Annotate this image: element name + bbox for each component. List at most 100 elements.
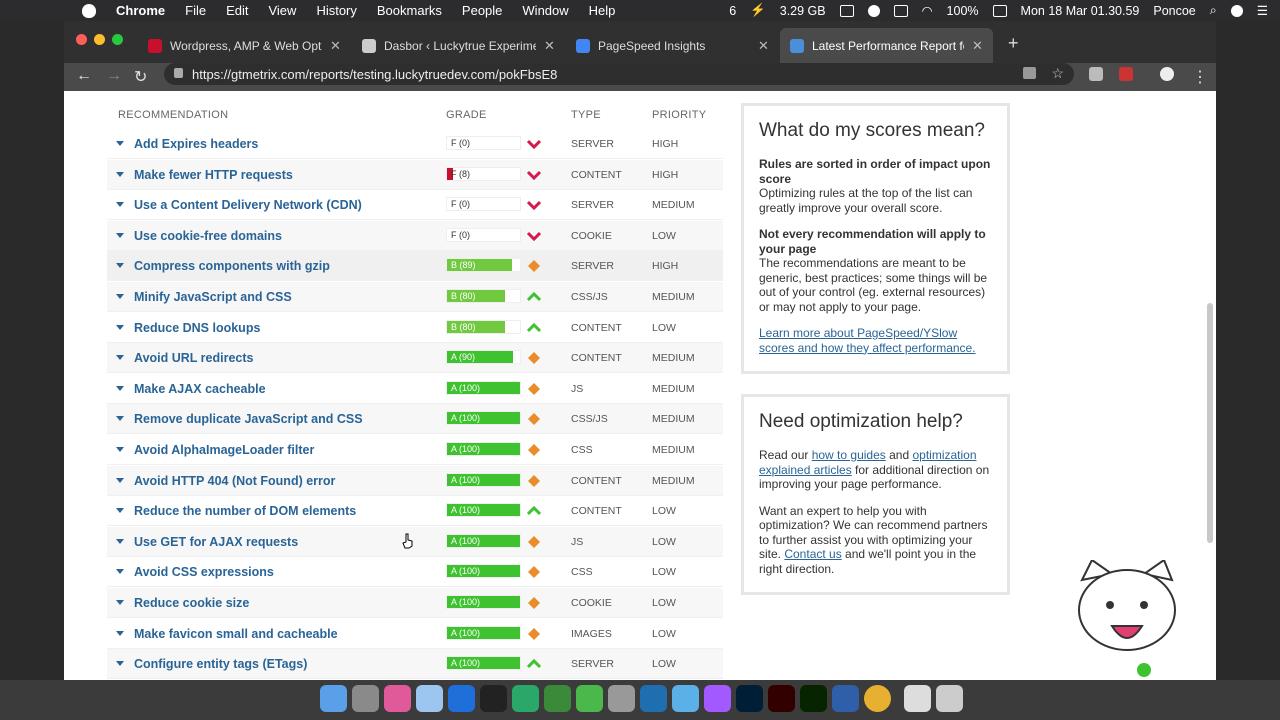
recommendation-name[interactable]: Add Expires headers bbox=[134, 137, 258, 151]
menu-view[interactable]: View bbox=[268, 3, 296, 18]
notification-count[interactable]: 6 bbox=[729, 4, 736, 18]
recommendation-name[interactable]: Avoid AlphaImageLoader filter bbox=[134, 443, 314, 457]
recommendation-name[interactable]: Use cookie-free domains bbox=[134, 229, 282, 243]
photoshop-icon[interactable] bbox=[736, 685, 763, 712]
reload-icon[interactable]: ↻ bbox=[134, 67, 147, 87]
expand-caret-icon[interactable] bbox=[116, 263, 124, 269]
trash-icon[interactable] bbox=[936, 685, 963, 712]
table-row[interactable]: Reduce cookie size A (100) COOKIE LOW bbox=[107, 588, 723, 618]
expand-caret-icon[interactable] bbox=[116, 508, 124, 514]
bolt-icon[interactable]: ⚡ bbox=[750, 3, 766, 18]
safari-icon[interactable] bbox=[832, 685, 859, 712]
recommendation-name[interactable]: Remove duplicate JavaScript and CSS bbox=[134, 412, 363, 426]
recommendation-name[interactable]: Make favicon small and cacheable bbox=[134, 627, 338, 641]
recommendation-name[interactable]: Avoid HTTP 404 (Not Found) error bbox=[134, 474, 335, 488]
expand-caret-icon[interactable] bbox=[116, 232, 124, 238]
menu-history[interactable]: History bbox=[316, 3, 356, 18]
expand-caret-icon[interactable] bbox=[116, 630, 124, 636]
table-row[interactable]: Make AJAX cacheable A (100) JS MEDIUM bbox=[107, 374, 723, 404]
table-row[interactable]: Avoid AlphaImageLoader filter A (100) CSS M… bbox=[107, 435, 723, 465]
new-tab-icon[interactable]: + bbox=[1008, 33, 1019, 54]
downloads-folder-icon[interactable] bbox=[904, 685, 931, 712]
expand-caret-icon[interactable] bbox=[116, 477, 124, 483]
illustrator-icon[interactable] bbox=[768, 685, 795, 712]
tab-wordpress[interactable]: Wordpress, AMP & Web Optim ✕ bbox=[138, 28, 351, 63]
address-bar[interactable]: https://gtmetrix.com/reports/testing.luc… bbox=[164, 63, 1074, 85]
tab-dasbor[interactable]: Dasbor ‹ Luckytrue Experimen ✕ bbox=[352, 28, 565, 63]
menu-window[interactable]: Window bbox=[522, 3, 568, 18]
recommendation-name[interactable]: Use GET for AJAX requests bbox=[134, 535, 298, 549]
vscode-icon[interactable] bbox=[640, 685, 667, 712]
bookmark-star-icon[interactable]: ☆ bbox=[1051, 65, 1064, 82]
tab-gtmetrix-report[interactable]: Latest Performance Report for ✕ bbox=[780, 28, 993, 63]
recommendation-name[interactable]: Use a Content Delivery Network (CDN) bbox=[134, 198, 362, 212]
coffee-icon[interactable] bbox=[867, 4, 880, 17]
back-icon[interactable]: ← bbox=[76, 67, 92, 85]
table-row[interactable]: Minify JavaScript and CSS B (80) CSS/JS MED… bbox=[107, 282, 723, 312]
expand-caret-icon[interactable] bbox=[116, 385, 124, 391]
xcode-icon[interactable] bbox=[672, 685, 699, 712]
finder-icon[interactable] bbox=[320, 685, 347, 712]
menu-people[interactable]: People bbox=[462, 3, 502, 18]
recommendation-name[interactable]: Reduce the number of DOM elements bbox=[134, 504, 356, 518]
tab-close-icon[interactable]: ✕ bbox=[758, 38, 769, 54]
table-row[interactable]: Make favicon small and cacheable A (100) I… bbox=[107, 619, 723, 649]
trello-icon[interactable] bbox=[448, 685, 475, 712]
table-row[interactable]: Compress components with gzip B (89) SERVE… bbox=[107, 251, 723, 282]
tab-close-icon[interactable]: ✕ bbox=[330, 38, 341, 54]
photos-icon[interactable] bbox=[384, 685, 411, 712]
kebab-menu-icon[interactable]: ⋮ bbox=[1192, 67, 1208, 87]
extension-shield-icon[interactable] bbox=[1089, 67, 1103, 81]
recommendation-name[interactable]: Avoid CSS expressions bbox=[134, 565, 274, 579]
expand-caret-icon[interactable] bbox=[116, 447, 124, 452]
recommendation-name[interactable]: Avoid URL redirects bbox=[134, 351, 253, 365]
wifi-icon[interactable]: ◠ bbox=[922, 3, 933, 18]
close-window-icon[interactable] bbox=[76, 34, 87, 45]
spotlight-icon[interactable]: ⌕ bbox=[1210, 3, 1217, 18]
pycharm-icon[interactable] bbox=[544, 685, 571, 712]
table-row[interactable]: Avoid HTTP 404 (Not Found) error A (100) C… bbox=[107, 465, 723, 496]
extension-badge-icon[interactable] bbox=[1119, 67, 1133, 81]
user-name[interactable]: Poncoe bbox=[1153, 4, 1195, 18]
learn-more-link[interactable]: Learn more about PageSpeed/YSlow scores … bbox=[759, 326, 976, 355]
menu-bookmarks[interactable]: Bookmarks bbox=[377, 3, 442, 18]
clock[interactable]: Mon 18 Mar 01.30.59 bbox=[1021, 4, 1140, 18]
clion-icon[interactable] bbox=[512, 685, 539, 712]
recommendation-name[interactable]: Minify JavaScript and CSS bbox=[134, 290, 292, 304]
table-row[interactable]: Avoid CSS expressions A (100) CSS LOW bbox=[107, 557, 723, 588]
apple-icon[interactable] bbox=[82, 3, 96, 18]
expand-caret-icon[interactable] bbox=[116, 324, 124, 330]
contact-us-link[interactable]: Contact us bbox=[784, 547, 841, 561]
expand-caret-icon[interactable] bbox=[116, 294, 124, 299]
zoom-window-icon[interactable] bbox=[112, 34, 123, 45]
sequel-pro-icon[interactable] bbox=[608, 685, 635, 712]
expand-caret-icon[interactable] bbox=[116, 202, 124, 208]
page-scrollbar[interactable] bbox=[1207, 303, 1213, 543]
table-row[interactable]: Make fewer HTTP requests F (8) CONTENT HIGH bbox=[107, 159, 723, 190]
menu-edit[interactable]: Edit bbox=[226, 3, 248, 18]
url-text[interactable]: https://gtmetrix.com/reports/testing.luc… bbox=[192, 67, 557, 82]
recommendation-name[interactable]: Compress components with gzip bbox=[134, 259, 330, 273]
table-row[interactable]: Add Expires headers F (0) SERVER HIGH bbox=[107, 129, 723, 159]
table-row[interactable]: Reduce DNS lookups B (80) CONTENT LOW bbox=[107, 313, 723, 343]
dreamweaver-icon[interactable] bbox=[800, 685, 827, 712]
tab-pagespeed[interactable]: PageSpeed Insights ✕ bbox=[566, 28, 779, 63]
recommendation-name[interactable]: Configure entity tags (ETags) bbox=[134, 657, 307, 671]
display-icon[interactable] bbox=[839, 4, 854, 17]
expand-caret-icon[interactable] bbox=[116, 569, 124, 575]
translate-icon[interactable] bbox=[1023, 67, 1036, 79]
intellij-icon[interactable] bbox=[480, 685, 507, 712]
expand-caret-icon[interactable] bbox=[116, 416, 124, 422]
recommendation-name[interactable]: Reduce DNS lookups bbox=[134, 321, 260, 335]
table-row[interactable]: Reduce the number of DOM elements A (100)… bbox=[107, 496, 723, 527]
tab-close-icon[interactable]: ✕ bbox=[972, 38, 983, 54]
expand-caret-icon[interactable] bbox=[116, 355, 124, 361]
battery-percent[interactable]: 100% bbox=[947, 4, 979, 18]
siri-icon[interactable] bbox=[1230, 4, 1243, 17]
tab-close-icon[interactable]: ✕ bbox=[544, 38, 555, 54]
menu-file[interactable]: File bbox=[185, 3, 206, 18]
expand-caret-icon[interactable] bbox=[116, 600, 124, 605]
menu-help[interactable]: Help bbox=[589, 3, 616, 18]
expand-caret-icon[interactable] bbox=[116, 171, 124, 177]
table-row[interactable]: Remove duplicate JavaScript and CSS A (10… bbox=[107, 404, 723, 435]
